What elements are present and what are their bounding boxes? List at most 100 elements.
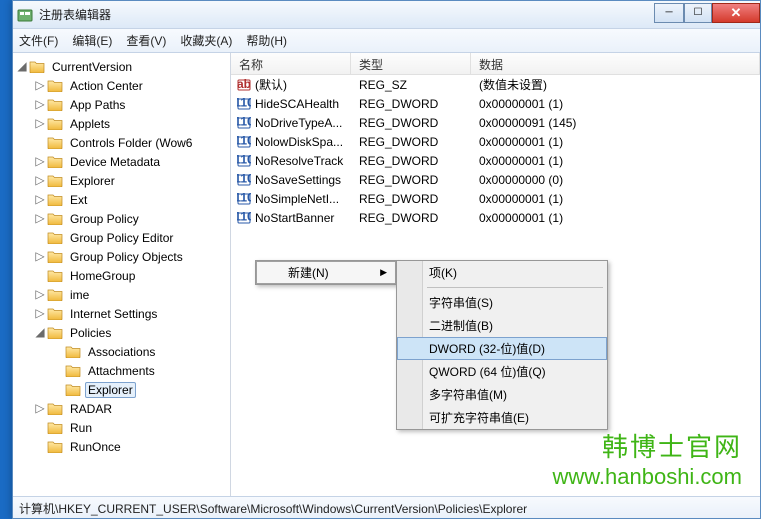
tree-twisty-icon[interactable]: ▷	[51, 383, 65, 396]
tree-twisty-icon[interactable]: ▷	[33, 402, 47, 415]
tree-label: RunOnce	[67, 439, 124, 455]
tree-twisty-icon[interactable]: ▷	[33, 117, 47, 130]
tree-twisty-icon[interactable]: ▷	[33, 174, 47, 187]
tree-twisty-icon[interactable]: ◢	[15, 60, 29, 73]
value-name: NoResolveTrack	[255, 154, 343, 168]
value-name: NoSimpleNetI...	[255, 192, 339, 206]
registry-tree[interactable]: ◢CurrentVersion▷Action Center▷App Paths▷…	[13, 53, 231, 496]
tree-item[interactable]: ▷Internet Settings	[15, 304, 230, 323]
value-row[interactable]: NoResolveTrack REG_DWORD 0x00000001 (1)	[231, 151, 760, 170]
titlebar[interactable]: 注册表编辑器 ─ ☐ ✕	[13, 1, 760, 29]
value-icon	[237, 78, 251, 92]
tree-twisty-icon[interactable]: ▷	[33, 193, 47, 206]
folder-icon	[65, 383, 81, 396]
ctx-item-label: QWORD (64 位)值(Q)	[429, 363, 546, 380]
tree-item[interactable]: ▷Group Policy Objects	[15, 247, 230, 266]
menu-help[interactable]: 帮助(H)	[246, 32, 287, 49]
ctx-item[interactable]: 项(K)	[397, 261, 607, 284]
tree-label: Device Metadata	[67, 154, 163, 170]
ctx-item-label: 可扩充字符串值(E)	[429, 409, 529, 426]
tree-twisty-icon[interactable]: ▷	[33, 421, 47, 434]
value-row[interactable]: HideSCAHealth REG_DWORD 0x00000001 (1)	[231, 94, 760, 113]
tree-item[interactable]: ▷HomeGroup	[15, 266, 230, 285]
value-data: 0x00000000 (0)	[471, 173, 760, 187]
menu-view[interactable]: 查看(V)	[126, 32, 166, 49]
value-icon	[237, 211, 251, 225]
ctx-item[interactable]: 可扩充字符串值(E)	[397, 406, 607, 429]
tree-twisty-icon[interactable]: ▷	[33, 307, 47, 320]
ctx-separator	[427, 287, 603, 288]
tree-twisty-icon[interactable]: ▷	[51, 345, 65, 358]
ctx-item-label: DWORD (32-位)值(D)	[429, 340, 545, 357]
value-name: NoSaveSettings	[255, 173, 341, 187]
tree-item[interactable]: ◢Policies	[15, 323, 230, 342]
tree-item[interactable]: ▷ Group Policy Editor	[15, 228, 230, 247]
menu-file[interactable]: 文件(F)	[19, 32, 58, 49]
maximize-button[interactable]: ☐	[684, 3, 712, 23]
tree-twisty-icon[interactable]: ◢	[33, 326, 47, 339]
tree-item[interactable]: ▷Ext	[15, 190, 230, 209]
tree-item[interactable]: ▷ RunOnce	[15, 437, 230, 456]
ctx-item[interactable]: DWORD (32-位)值(D)	[397, 337, 607, 360]
tree-item[interactable]: ▷ Device Metadata	[15, 152, 230, 171]
tree-twisty-icon[interactable]: ▷	[33, 269, 47, 282]
tree-label: ime	[67, 287, 92, 303]
value-data: 0x00000001 (1)	[471, 97, 760, 111]
tree-twisty-icon[interactable]: ▷	[33, 98, 47, 111]
value-row[interactable]: (默认) REG_SZ (数值未设置)	[231, 75, 760, 94]
minimize-button[interactable]: ─	[654, 3, 684, 23]
tree-twisty-icon[interactable]: ▷	[33, 250, 47, 263]
tree-item[interactable]: ▷Attachments	[15, 361, 230, 380]
tree-item[interactable]: ▷Explorer	[15, 380, 230, 399]
close-button[interactable]: ✕	[712, 3, 760, 23]
value-row[interactable]: NoSaveSettings REG_DWORD 0x00000000 (0)	[231, 170, 760, 189]
col-type[interactable]: 类型	[351, 53, 471, 74]
tree-item[interactable]: ▷Controls Folder (Wow6	[15, 133, 230, 152]
col-data[interactable]: 数据	[471, 53, 760, 74]
tree-twisty-icon[interactable]: ▷	[33, 136, 47, 149]
tree-item[interactable]: ▷Run	[15, 418, 230, 437]
col-name[interactable]: 名称	[231, 53, 351, 74]
value-row[interactable]: NoStartBanner REG_DWORD 0x00000001 (1)	[231, 208, 760, 227]
tree-twisty-icon[interactable]: ▷	[33, 155, 47, 168]
tree-item[interactable]: ◢CurrentVersion	[15, 57, 230, 76]
folder-icon	[47, 79, 63, 92]
ctx-item[interactable]: QWORD (64 位)值(Q)	[397, 360, 607, 383]
value-row[interactable]: NoDriveTypeA... REG_DWORD 0x00000091 (14…	[231, 113, 760, 132]
folder-icon	[47, 117, 63, 130]
tree-item[interactable]: ▷RADAR	[15, 399, 230, 418]
tree-label: Associations	[85, 344, 158, 360]
menu-edit[interactable]: 编辑(E)	[72, 32, 112, 49]
value-icon	[237, 154, 251, 168]
value-icon	[237, 97, 251, 111]
folder-icon	[65, 364, 81, 377]
regedit-window: 注册表编辑器 ─ ☐ ✕ 文件(F) 编辑(E) 查看(V) 收藏夹(A) 帮助…	[12, 0, 761, 519]
value-row[interactable]: NoSimpleNetI... REG_DWORD 0x00000001 (1)	[231, 189, 760, 208]
tree-item[interactable]: ▷ Action Center	[15, 76, 230, 95]
tree-item[interactable]: ▷Group Policy	[15, 209, 230, 228]
grid-header: 名称 类型 数据	[231, 53, 760, 75]
tree-twisty-icon[interactable]: ▷	[33, 212, 47, 225]
tree-twisty-icon[interactable]: ▷	[33, 288, 47, 301]
value-icon	[237, 192, 251, 206]
value-row[interactable]: NolowDiskSpa... REG_DWORD 0x00000001 (1)	[231, 132, 760, 151]
tree-item[interactable]: ▷Explorer	[15, 171, 230, 190]
ctx-item[interactable]: 二进制值(B)	[397, 314, 607, 337]
tree-label: Action Center	[67, 78, 146, 94]
ctx-item[interactable]: 字符串值(S)	[397, 291, 607, 314]
tree-label: Group Policy Editor	[67, 230, 176, 246]
tree-item[interactable]: ▷ Associations	[15, 342, 230, 361]
value-data: (数值未设置)	[471, 76, 760, 93]
ctx-item-label: 多字符串值(M)	[429, 386, 507, 403]
tree-item[interactable]: ▷ ime	[15, 285, 230, 304]
tree-twisty-icon[interactable]: ▷	[51, 364, 65, 377]
menu-favorites[interactable]: 收藏夹(A)	[180, 32, 232, 49]
tree-twisty-icon[interactable]: ▷	[33, 231, 47, 244]
ctx-new[interactable]: 新建(N) ▶	[256, 261, 396, 284]
ctx-item[interactable]: 多字符串值(M)	[397, 383, 607, 406]
tree-twisty-icon[interactable]: ▷	[33, 79, 47, 92]
ctx-item-label: 字符串值(S)	[429, 294, 493, 311]
tree-item[interactable]: ▷App Paths	[15, 95, 230, 114]
tree-twisty-icon[interactable]: ▷	[33, 440, 47, 453]
tree-item[interactable]: ▷Applets	[15, 114, 230, 133]
